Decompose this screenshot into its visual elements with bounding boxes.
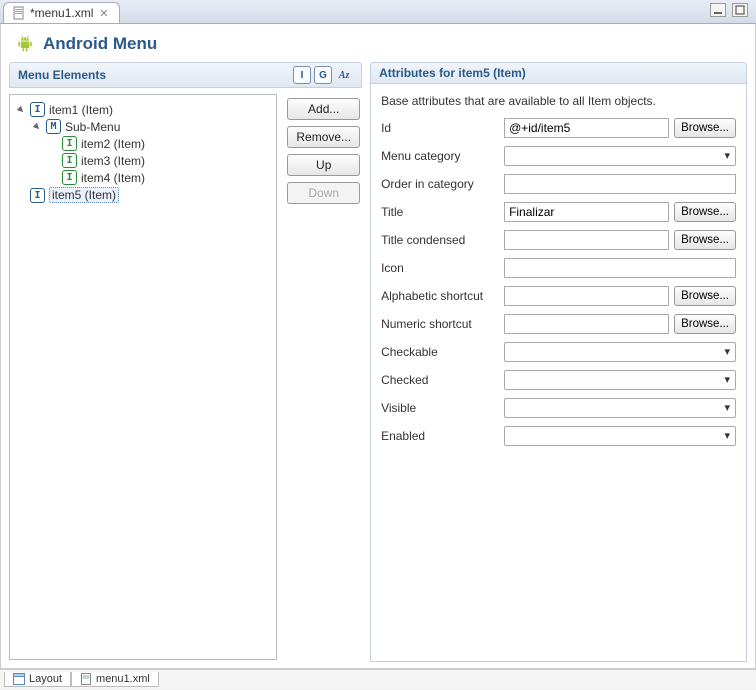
tree-item-item2[interactable]: I item2 (Item) [46, 135, 272, 152]
attr-row-id: Id Browse... [381, 118, 736, 138]
attr-label: Icon [381, 261, 499, 275]
sort-az-button[interactable]: Az [335, 66, 353, 84]
editor-tab-menu1[interactable]: *menu1.xml ✕ [3, 2, 120, 23]
attributes-description: Base attributes that are available to al… [381, 94, 736, 108]
checked-select[interactable] [504, 370, 736, 390]
menu-tree[interactable]: I item1 (Item) M Sub-Menu I [9, 94, 277, 660]
attributes-title: Attributes for item5 (Item) [379, 66, 526, 80]
maximize-button[interactable] [732, 3, 748, 17]
file-icon [12, 6, 26, 20]
visible-select[interactable] [504, 398, 736, 418]
item-icon: I [62, 170, 77, 185]
attr-label: Id [381, 121, 499, 135]
tree-label: item1 (Item) [49, 103, 113, 117]
menu-elements-title: Menu Elements [18, 68, 106, 82]
attr-label: Title condensed [381, 233, 499, 247]
expand-icon[interactable] [32, 122, 42, 132]
bottom-tab-label: menu1.xml [96, 673, 150, 685]
minimize-button[interactable] [710, 3, 726, 17]
item-icon: I [30, 188, 45, 203]
attr-row-numeric-shortcut: Numeric shortcut Browse... [381, 314, 736, 334]
item-icon: I [62, 153, 77, 168]
filter-i-button[interactable]: I [293, 66, 311, 84]
browse-button[interactable]: Browse... [674, 314, 736, 334]
attr-row-checkable: Checkable [381, 342, 736, 362]
bottom-tab-layout[interactable]: Layout [4, 672, 71, 687]
attr-row-enabled: Enabled [381, 426, 736, 446]
tree-item-item1[interactable]: I item1 (Item) [14, 101, 272, 118]
checkable-select[interactable] [504, 342, 736, 362]
browse-button[interactable]: Browse... [674, 286, 736, 306]
tree-label: Sub-Menu [65, 120, 120, 134]
browse-button[interactable]: Browse... [674, 202, 736, 222]
tree-label: item3 (Item) [81, 154, 145, 168]
close-icon[interactable]: ✕ [97, 7, 110, 20]
item-icon: I [30, 102, 45, 117]
attr-label: Visible [381, 401, 499, 415]
editor-tab-bar: *menu1.xml ✕ [0, 0, 756, 24]
tree-item-item4[interactable]: I item4 (Item) [46, 169, 272, 186]
menu-elements-pane: Menu Elements I G Az I item1 (Item) [9, 62, 362, 662]
attributes-header: Attributes for item5 (Item) [370, 62, 747, 84]
editor-area: Android Menu Menu Elements I G Az I item… [0, 24, 756, 669]
attr-row-title: Title Browse... [381, 202, 736, 222]
tree-item-item5[interactable]: I item5 (Item) [14, 186, 272, 204]
attr-label: Numeric shortcut [381, 317, 499, 331]
browse-button[interactable]: Browse... [674, 118, 736, 138]
title-field[interactable] [504, 202, 669, 222]
attr-row-checked: Checked [381, 370, 736, 390]
tree-label-selected: item5 (Item) [49, 187, 119, 203]
enabled-select[interactable] [504, 426, 736, 446]
item-icon: I [62, 136, 77, 151]
tree-label: item2 (Item) [81, 137, 145, 151]
attr-row-alpha-shortcut: Alphabetic shortcut Browse... [381, 286, 736, 306]
numeric-shortcut-field[interactable] [504, 314, 669, 334]
attr-label: Alphabetic shortcut [381, 289, 499, 303]
attr-label: Order in category [381, 177, 499, 191]
tree-label: item4 (Item) [81, 171, 145, 185]
attr-label: Checked [381, 373, 499, 387]
add-button[interactable]: Add... [287, 98, 360, 120]
order-in-category-field[interactable] [504, 174, 736, 194]
attr-row-visible: Visible [381, 398, 736, 418]
bottom-tab-label: Layout [29, 673, 62, 685]
bottom-tab-source[interactable]: menu1.xml [71, 672, 159, 687]
attr-row-menu-category: Menu category [381, 146, 736, 166]
attr-label: Menu category [381, 149, 499, 163]
attr-label: Checkable [381, 345, 499, 359]
page-title: Android Menu [43, 34, 157, 54]
editor-tab-label: *menu1.xml [30, 6, 93, 20]
filter-g-button[interactable]: G [314, 66, 332, 84]
browse-button[interactable]: Browse... [674, 230, 736, 250]
bottom-tab-bar: Layout menu1.xml [0, 669, 756, 689]
attr-row-title-condensed: Title condensed Browse... [381, 230, 736, 250]
expand-icon[interactable] [16, 105, 26, 115]
attributes-pane: Attributes for item5 (Item) Base attribu… [370, 62, 747, 662]
remove-button[interactable]: Remove... [287, 126, 360, 148]
editor-header: Android Menu [1, 24, 755, 62]
attr-label: Enabled [381, 429, 499, 443]
menu-elements-header: Menu Elements I G Az [9, 62, 362, 88]
up-button[interactable]: Up [287, 154, 360, 176]
id-field[interactable] [504, 118, 669, 138]
tree-button-column: Add... Remove... Up Down [287, 94, 360, 660]
tree-item-submenu[interactable]: M Sub-Menu [30, 118, 272, 135]
attr-label: Title [381, 205, 499, 219]
attr-row-order: Order in category [381, 174, 736, 194]
xml-file-icon [80, 673, 92, 685]
tree-item-item3[interactable]: I item3 (Item) [46, 152, 272, 169]
attr-row-icon: Icon [381, 258, 736, 278]
layout-icon [13, 673, 25, 685]
title-condensed-field[interactable] [504, 230, 669, 250]
down-button: Down [287, 182, 360, 204]
menu-icon: M [46, 119, 61, 134]
window-controls [710, 3, 748, 17]
android-icon [15, 34, 35, 54]
icon-field[interactable] [504, 258, 736, 278]
alphabetic-shortcut-field[interactable] [504, 286, 669, 306]
menu-category-select[interactable] [504, 146, 736, 166]
